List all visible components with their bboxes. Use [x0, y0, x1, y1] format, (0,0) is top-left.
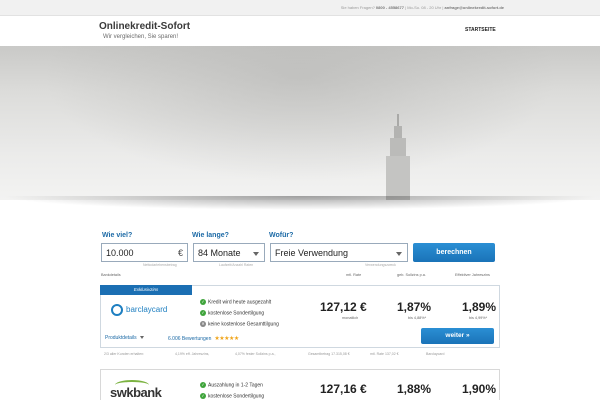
- term-label: Wie lange?: [192, 232, 229, 239]
- hero-shadow: [0, 196, 600, 210]
- feature-item: ✓ Auszahlung in 1-2 Tagen: [200, 382, 263, 389]
- chevron-down-icon: [139, 336, 144, 340]
- skyline-tower-graphic: [386, 114, 410, 200]
- exklusivzins-badge: Exklusivzins: [100, 285, 192, 295]
- berechnen-button[interactable]: berechnen: [413, 243, 495, 262]
- feature-item: ✓ kostenlose Sondertilgung: [200, 393, 265, 400]
- produktdetails-link[interactable]: Produktdetails: [105, 335, 144, 341]
- feature-item: ✕ keine kostenlose Gesamttilgung: [200, 321, 279, 328]
- col-effzins: Effektiver Jahreszins: [455, 273, 490, 277]
- euro-unit: €: [177, 248, 183, 258]
- check-icon: ✓: [200, 382, 206, 388]
- monthly-rate: 127,12 €: [320, 300, 367, 314]
- amount-input[interactable]: 10.000 €: [101, 243, 188, 262]
- contact-phone[interactable]: 0800 - 4558677: [376, 5, 404, 10]
- effzins-sub: bis 4,99%*: [469, 316, 488, 320]
- feature-item: ✓ Kredit wird heute ausgezahlt: [200, 299, 272, 306]
- site-header: Onlinekredit-Sofort Wir vergleichen, Sie…: [0, 16, 600, 46]
- check-icon: ✓: [200, 310, 206, 316]
- monthly-rate-sub: monatlich: [342, 316, 359, 320]
- chevron-down-icon: [396, 252, 402, 256]
- footnote-text: 4,19% eff. Jahreszins,: [175, 352, 210, 356]
- barclaycard-logo: barclaycard: [111, 303, 181, 317]
- barclaycard-wordmark: barclaycard: [126, 305, 168, 314]
- site-tagline: Wir vergleichen, Sie sparen!: [103, 34, 179, 40]
- check-icon: ✓: [200, 393, 206, 399]
- effzins-value: 1,89%: [462, 300, 497, 314]
- purpose-select[interactable]: Freie Verwendung: [270, 243, 408, 262]
- sollzins-value: 1,88%: [397, 382, 432, 396]
- term-select[interactable]: 84 Monate: [193, 243, 265, 262]
- site-logo-title[interactable]: Onlinekredit-Sofort: [99, 21, 190, 32]
- amount-label: Wie viel?: [102, 232, 133, 239]
- purpose-value: Freie Verwendung: [275, 248, 349, 258]
- reviews-link[interactable]: 6.006 Bewertungen ★★★★★: [168, 335, 239, 342]
- footnote-text: 2/3 aller Kunden erhalten:: [104, 352, 145, 356]
- footnote-text: mtl. Rate 137,02 €: [370, 352, 399, 356]
- weiter-button[interactable]: weiter »: [421, 328, 494, 344]
- top-contact-bar: Sie haben Fragen? 0800 - 4558677 | Mo-So…: [0, 0, 600, 16]
- contact-email[interactable]: anfrage@onlinekredit-sofort.de: [445, 5, 504, 10]
- term-value: 84 Monate: [198, 248, 241, 258]
- cross-icon: ✕: [200, 321, 206, 327]
- nav-startseite[interactable]: STARTSEITE: [465, 27, 496, 33]
- hero-image: [0, 46, 600, 200]
- feature-item: ✓ kostenlose Sondertilgung: [200, 310, 265, 317]
- hero-haze: [0, 46, 600, 200]
- sollzins-sub: bis 4,88%*: [408, 316, 427, 320]
- effzins-value: 1,90%: [462, 382, 497, 396]
- amount-hint: Nettodarlehensbetrag: [143, 263, 177, 267]
- footnote-text: Gesamtbetrag 17.315,08 €: [308, 352, 350, 356]
- check-icon: ✓: [200, 299, 206, 305]
- term-hint: Laufzeit/Anzahl Raten: [219, 263, 254, 267]
- swkbank-logo: swkbank: [110, 380, 170, 400]
- footnote-text: Barclaycard: [426, 352, 445, 356]
- col-rate: mtl. Rate: [346, 273, 362, 277]
- footnote-text: 4,07% fester Sollzins p.a.,: [235, 352, 276, 356]
- contact-info: Sie haben Fragen? 0800 - 4558677 | Mo-So…: [341, 5, 504, 10]
- star-rating-icon: ★★★★★: [214, 336, 239, 342]
- sollzins-value: 1,87%: [397, 300, 432, 314]
- contact-question: Sie haben Fragen?: [340, 5, 375, 10]
- col-sollzins: geb. Sollzins p.a.: [397, 273, 426, 277]
- monthly-rate: 127,16 €: [320, 382, 367, 396]
- purpose-label: Wofür?: [269, 232, 294, 239]
- barclaycard-ring-icon: [111, 304, 123, 316]
- swkbank-wordmark: swkbank: [110, 385, 162, 400]
- col-bank: Bankdetails: [101, 273, 121, 277]
- chevron-down-icon: [253, 252, 259, 256]
- contact-hours: | Mo-So. 08 - 20 Uhr |: [405, 5, 444, 10]
- amount-value: 10.000: [106, 248, 134, 258]
- purpose-hint: Verwendungszweck: [365, 263, 396, 267]
